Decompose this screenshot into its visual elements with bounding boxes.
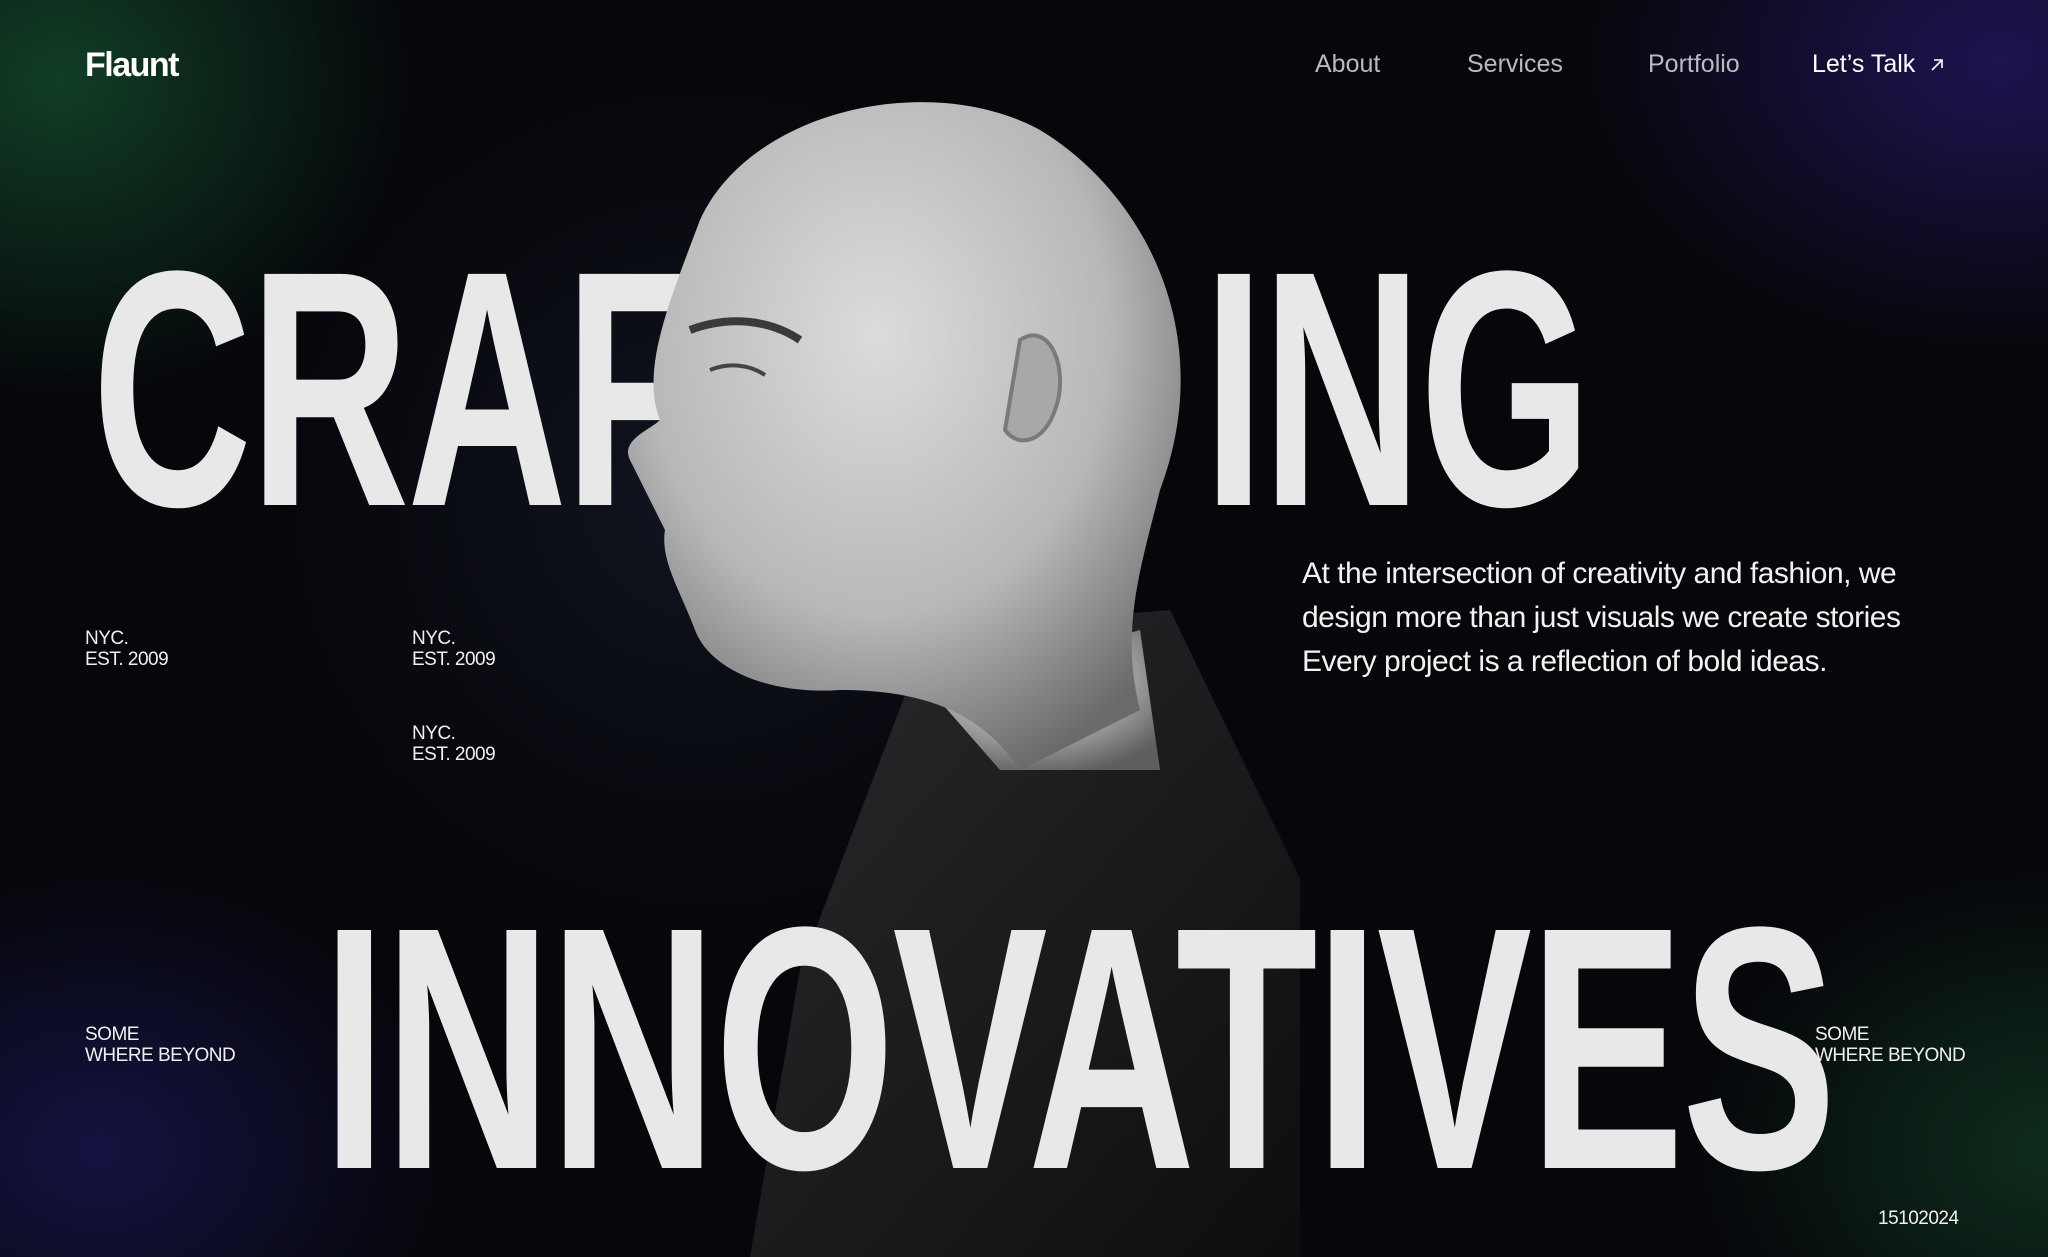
nav-about[interactable]: About bbox=[1315, 50, 1380, 79]
label-line: EST. 2009 bbox=[85, 649, 169, 670]
label-line: EST. 2009 bbox=[412, 744, 496, 765]
label-line: SOME bbox=[1815, 1024, 1869, 1045]
nav-portfolio[interactable]: Portfolio bbox=[1648, 50, 1740, 79]
label-line: SOME bbox=[85, 1024, 139, 1045]
label-line: NYC. bbox=[412, 628, 456, 649]
hero-word-innovatives: INNOVATIVES bbox=[322, 856, 1837, 1242]
tagline-right: SOME WHERE BEYOND bbox=[1815, 1024, 1966, 1066]
location-label-3: NYC. EST. 2009 bbox=[412, 723, 496, 765]
brand-logo[interactable]: Flaunt bbox=[85, 46, 179, 85]
description-line: At the intersection of creativity and fa… bbox=[1302, 557, 1897, 590]
nav-lets-talk-button[interactable]: Let’s Talk bbox=[1812, 50, 1945, 79]
location-label-1: NYC. EST. 2009 bbox=[85, 628, 169, 670]
description-line: Every project is a reflection of bold id… bbox=[1302, 645, 1827, 678]
location-label-2: NYC. EST. 2009 bbox=[412, 628, 496, 670]
label-line: EST. 2009 bbox=[412, 649, 496, 670]
hero-description: At the intersection of creativity and fa… bbox=[1302, 552, 1982, 684]
label-line: WHERE BEYOND bbox=[85, 1045, 236, 1066]
arrow-up-right-icon bbox=[1931, 58, 1944, 71]
nav-services[interactable]: Services bbox=[1467, 50, 1563, 79]
label-line: NYC. bbox=[412, 723, 456, 744]
label-line: NYC. bbox=[85, 628, 129, 649]
tagline-left: SOME WHERE BEYOND bbox=[85, 1024, 236, 1066]
label-line: WHERE BEYOND bbox=[1815, 1045, 1966, 1066]
date-code: 15102024 bbox=[1878, 1208, 1959, 1229]
lets-talk-label: Let’s Talk bbox=[1812, 50, 1916, 78]
description-line: design more than just visuals we create … bbox=[1302, 601, 1901, 634]
